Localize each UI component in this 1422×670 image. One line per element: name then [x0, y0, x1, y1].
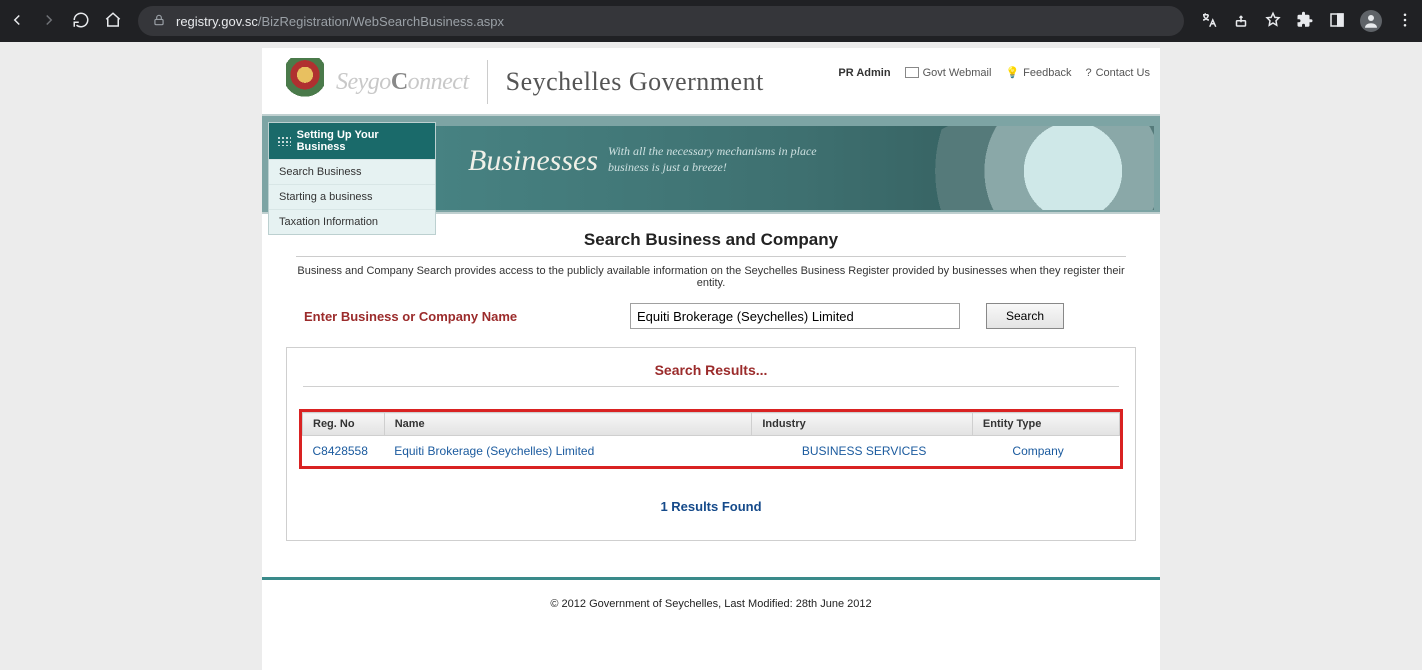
main-content: Search Business and Company Business and…: [262, 214, 1160, 561]
url-bar[interactable]: registry.gov.sc/BizRegistration/WebSearc…: [138, 6, 1184, 36]
url-text: registry.gov.sc/BizRegistration/WebSearc…: [176, 14, 504, 29]
help-icon: ?: [1085, 67, 1091, 79]
link-contact-us[interactable]: ?Contact Us: [1085, 67, 1150, 79]
nav-forward-icon[interactable]: [40, 11, 58, 32]
header-divider: [487, 60, 488, 104]
translate-icon[interactable]: [1200, 11, 1218, 32]
top-utility-links: PR Admin Govt Webmail 💡Feedback ?Contact…: [838, 66, 1150, 79]
lock-icon: [152, 13, 166, 30]
extensions-icon[interactable]: [1296, 11, 1314, 32]
nav-reload-icon[interactable]: [72, 11, 90, 32]
banner-subtitle: With all the necessary mechanisms in pla…: [608, 144, 817, 175]
results-highlight-frame: Reg. No Name Industry Entity Type C84285…: [299, 409, 1123, 469]
footer-text: © 2012 Government of Seychelles, Last Mo…: [550, 598, 871, 610]
results-heading: Search Results...: [297, 362, 1125, 378]
col-reg-no: Reg. No: [303, 413, 385, 436]
nav-back-icon[interactable]: [8, 11, 26, 32]
link-feedback[interactable]: 💡Feedback: [1005, 66, 1071, 79]
cell-entity-type[interactable]: Company: [972, 436, 1119, 467]
site-title: Seychelles Government: [506, 67, 764, 97]
divider: [303, 386, 1119, 387]
browser-chrome: registry.gov.sc/BizRegistration/WebSearc…: [0, 0, 1422, 42]
coat-of-arms-logo: [286, 58, 324, 106]
cell-industry[interactable]: BUSINESS SERVICES: [752, 436, 973, 467]
col-industry: Industry: [752, 413, 973, 436]
nav-home-icon[interactable]: [104, 11, 122, 32]
cell-name[interactable]: Equiti Brokerage (Seychelles) Limited: [384, 436, 752, 467]
results-count: 1 Results Found: [297, 499, 1125, 514]
cell-reg-no[interactable]: C8428558: [303, 436, 385, 467]
banner-region: Setting Up Your Business Search Business…: [262, 114, 1160, 214]
banner-decorative-image: [884, 126, 1154, 210]
kebab-menu-icon[interactable]: [1396, 11, 1414, 32]
sidebar-item-search-business[interactable]: Search Business: [269, 159, 435, 184]
col-name: Name: [384, 413, 752, 436]
bulb-icon: 💡: [1005, 66, 1019, 79]
intro-text: Business and Company Search provides acc…: [286, 265, 1136, 289]
link-govt-webmail[interactable]: Govt Webmail: [905, 67, 992, 79]
table-row: C8428558 Equiti Brokerage (Seychelles) L…: [303, 436, 1120, 467]
search-row: Enter Business or Company Name Search: [286, 303, 1136, 329]
sidebar-item-starting-business[interactable]: Starting a business: [269, 184, 435, 209]
seygoconnect-logo: SeygoConnect: [336, 69, 469, 96]
results-table: Reg. No Name Industry Entity Type C84285…: [302, 412, 1120, 466]
star-icon[interactable]: [1264, 11, 1282, 32]
page-container: SeygoConnect Seychelles Government PR Ad…: [262, 48, 1160, 670]
footer: © 2012 Government of Seychelles, Last Mo…: [262, 577, 1160, 670]
banner-title: Businesses: [468, 144, 598, 178]
divider: [296, 256, 1126, 257]
results-panel: Search Results... Reg. No Name Industry …: [286, 347, 1136, 541]
profile-avatar-icon[interactable]: [1360, 10, 1382, 32]
sidebar-heading: Setting Up Your Business: [269, 123, 435, 159]
col-entity-type: Entity Type: [972, 413, 1119, 436]
search-input[interactable]: [630, 303, 960, 329]
window-icon[interactable]: [1328, 11, 1346, 32]
mail-icon: [905, 67, 919, 78]
link-pr-admin[interactable]: PR Admin: [838, 67, 890, 79]
dots-icon: [277, 136, 291, 146]
sidebar-menu: Setting Up Your Business Search Business…: [268, 122, 436, 235]
share-icon[interactable]: [1232, 11, 1250, 32]
sidebar-item-taxation-info[interactable]: Taxation Information: [269, 209, 435, 234]
search-label: Enter Business or Company Name: [304, 309, 604, 324]
site-header: SeygoConnect Seychelles Government PR Ad…: [262, 48, 1160, 114]
search-button[interactable]: Search: [986, 303, 1064, 329]
